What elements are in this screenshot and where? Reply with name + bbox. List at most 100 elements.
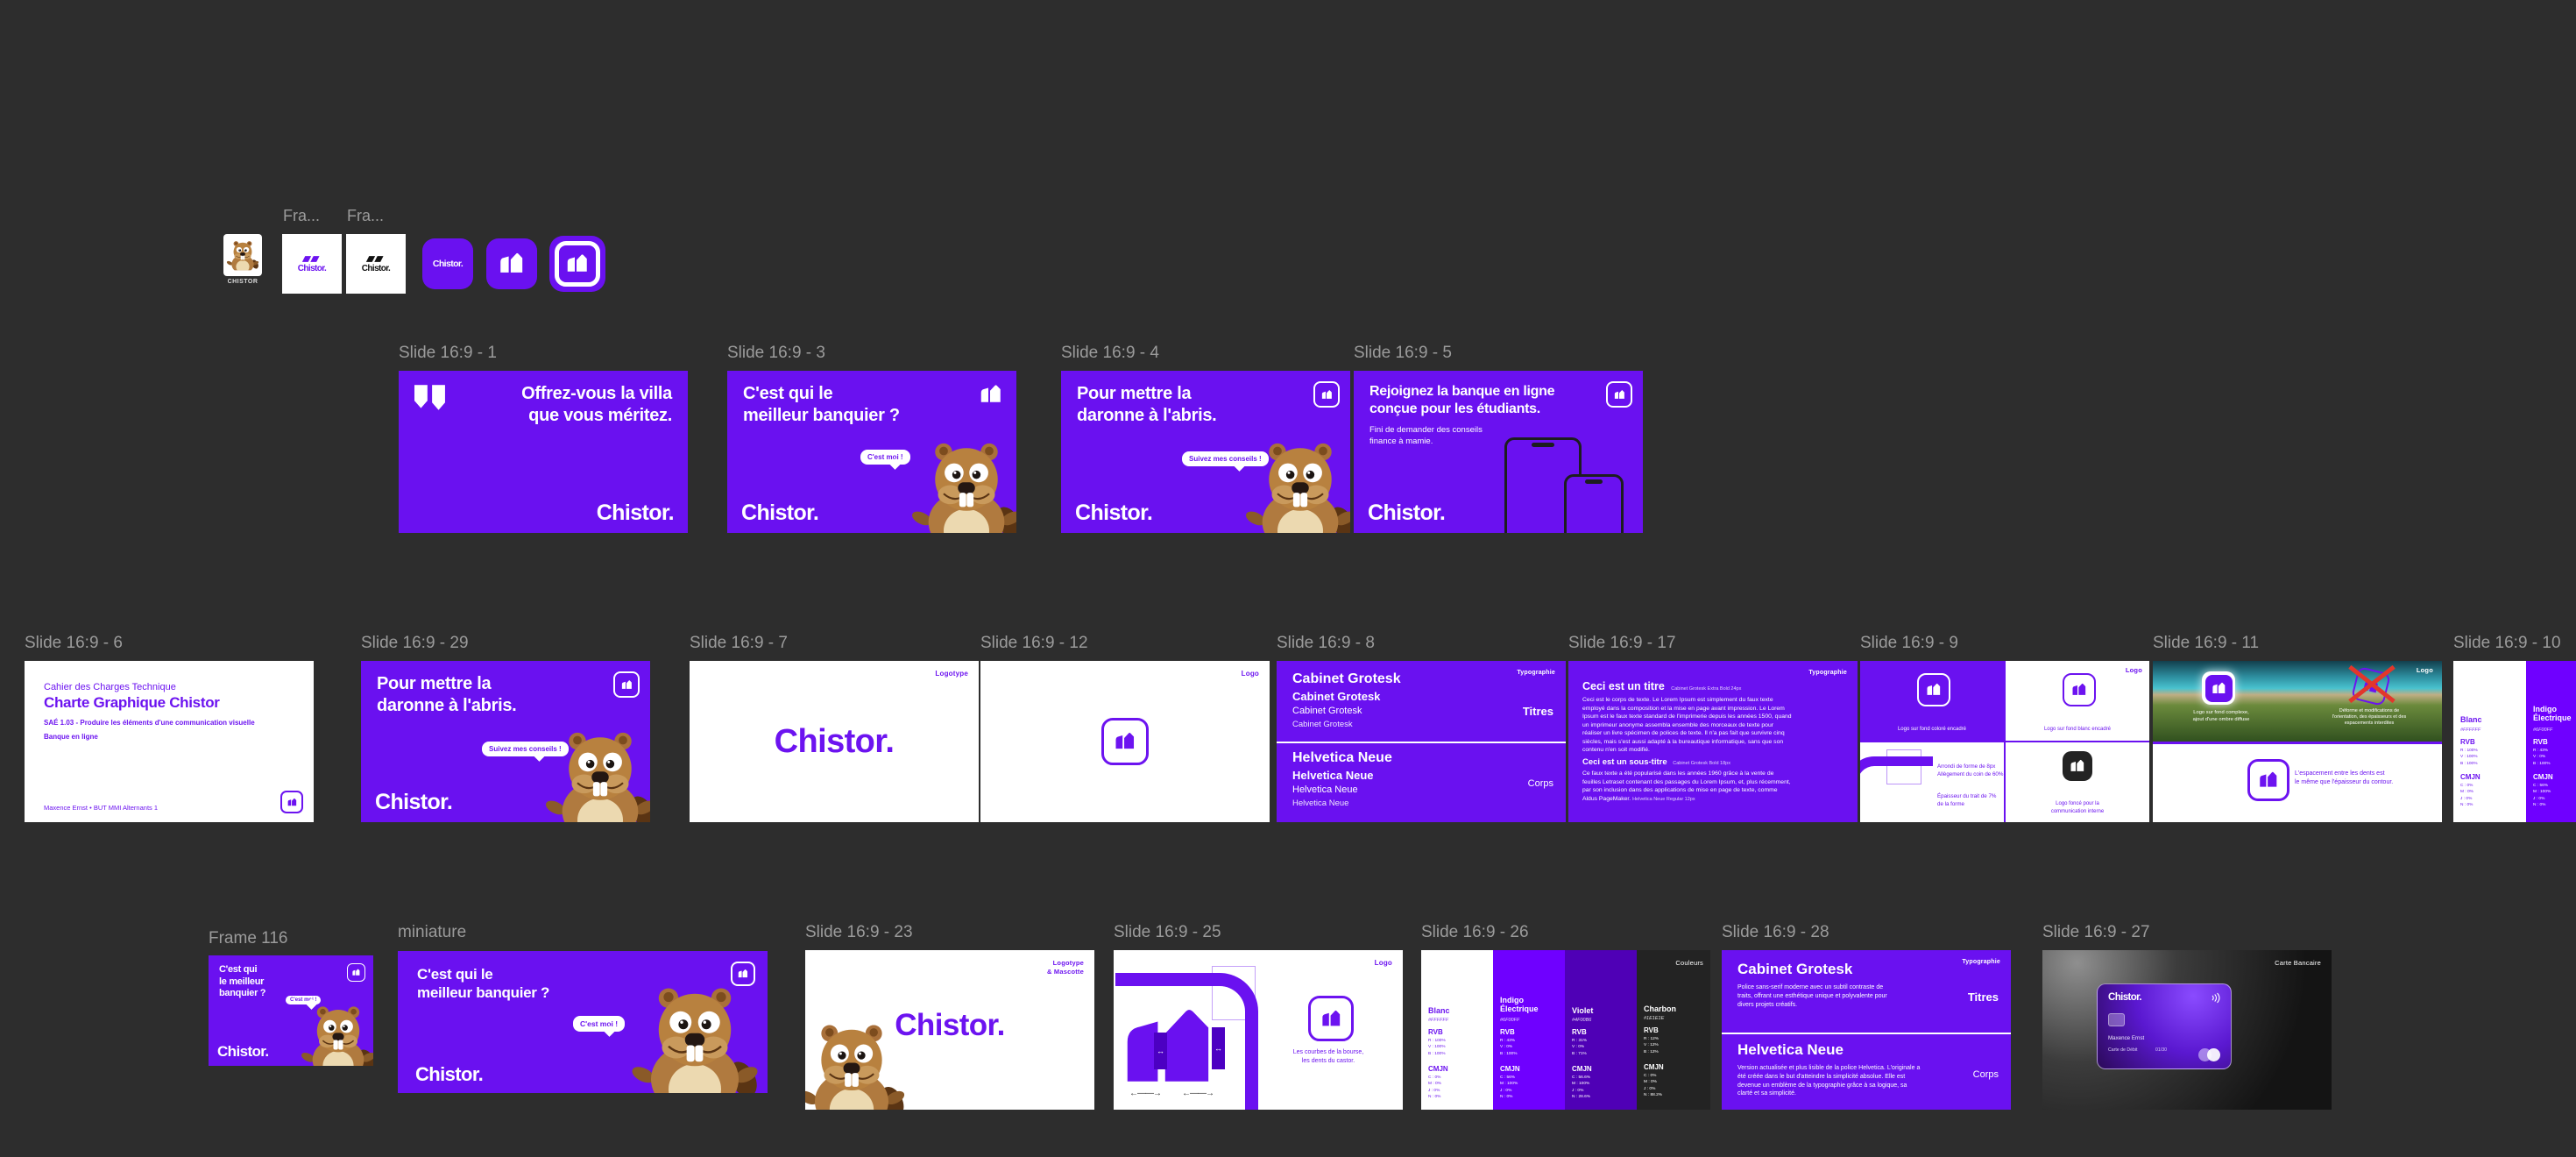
spec-outline-box: [1886, 749, 1921, 784]
logo-frame-black[interactable]: Chistor.: [346, 234, 406, 294]
usage-label: Corps: [1973, 1069, 1999, 1080]
frame-title[interactable]: Fra...: [347, 207, 384, 225]
frame-title[interactable]: Slide 16:9 - 9: [1860, 634, 1958, 653]
caption: Logo foncé pour la communication interne: [2006, 800, 2149, 815]
color-column-indigo: Indigo Électrique #6F00FF RVB R : 43% V …: [2526, 661, 2576, 822]
card-brand: Chistor.: [2108, 992, 2141, 1003]
app-icon-tile[interactable]: [486, 238, 537, 289]
beaver-sticker-tile[interactable]: [223, 234, 262, 276]
sample-title: Ceci est un titre Cabinet Grotesk Extra …: [1582, 680, 1741, 692]
slide-16-9-11[interactable]: Logo Logo sur fond complexe, ajout d'une…: [2153, 661, 2442, 822]
color-name: Blanc: [1428, 1006, 1450, 1015]
font-description: Version actualisée et plus lisible de la…: [1737, 1064, 1921, 1098]
font-name: Helvetica Neue: [1292, 769, 1374, 782]
frame-116[interactable]: C'est qui le meilleur banquier ? C'est m…: [209, 955, 373, 1066]
slide-16-9-7[interactable]: Logotype Chistor.: [690, 661, 979, 822]
slide-16-9-12[interactable]: Logo: [980, 661, 1270, 822]
frame-title[interactable]: Slide 16:9 - 26: [1421, 923, 1529, 942]
rvb-label: RVB: [1428, 1028, 1443, 1036]
sample-body: Ceci est le corps de texte. Le Lorem Ips…: [1582, 696, 1794, 755]
slash-mark-icon: [301, 255, 322, 263]
font-name: Cabinet Grotesk: [1292, 671, 1401, 687]
corner-label: Logotype: [935, 670, 968, 678]
card-expiry: 01/30: [2155, 1047, 2167, 1053]
chistor-glyph-icon: [1320, 388, 1334, 401]
slide-16-9-17[interactable]: Typographie Ceci est un titre Cabinet Gr…: [1568, 661, 1858, 822]
logo-wordmark: Chistor.: [1075, 500, 1152, 526]
rvb-values: R : 100% V : 100% B : 100%: [2460, 748, 2478, 767]
beaver-mascot: [805, 1020, 907, 1110]
frame-title[interactable]: Slide 16:9 - 29: [361, 634, 469, 653]
slide-16-9-5[interactable]: Rejoignez la banque en ligne conçue pour…: [1354, 371, 1643, 533]
usage-label: Corps: [1528, 778, 1553, 789]
cover-footer: Maxence Ernst • BUT MMI Alternants 1: [44, 804, 158, 812]
slash-mark-icon: [365, 255, 386, 263]
wordmark-tile[interactable]: Chistor.: [422, 238, 473, 289]
sample-subtitle-text: Ceci est un sous-titre: [1582, 757, 1667, 767]
slide-headline: C'est qui le meilleur banquier ?: [417, 965, 549, 1002]
frame-title[interactable]: Slide 16:9 - 10: [2453, 634, 2561, 653]
font-name: Helvetica Neue: [1737, 1041, 1844, 1059]
frame-title[interactable]: Fra...: [283, 207, 320, 225]
slide-16-9-10[interactable]: Blanc #FFFFFF RVB R : 100% V : 100% B : …: [2453, 661, 2576, 822]
rvb-values: R : 31% V : 0% B : 71%: [1572, 1038, 1587, 1057]
color-hex: #6F00FF: [1500, 1018, 1519, 1023]
cmjn-label: CMJN: [1500, 1065, 1520, 1073]
font-spec-tag: Helvetica Neue Regular 12px: [1632, 797, 1695, 802]
app-icon-tile-ring[interactable]: [549, 236, 605, 292]
frame-title[interactable]: miniature: [398, 923, 466, 942]
corner-label: Logo: [1375, 959, 1392, 967]
frame-title[interactable]: Frame 116: [209, 929, 287, 948]
slide-16-9-28[interactable]: Typographie Cabinet Grotesk Police sans-…: [1722, 950, 2011, 1110]
frame-title[interactable]: Slide 16:9 - 28: [1722, 923, 1829, 942]
frame-title[interactable]: Slide 16:9 - 17: [1568, 634, 1676, 653]
font-name: Cabinet Grotesk: [1737, 961, 1852, 978]
frame-title[interactable]: Slide 16:9 - 11: [2153, 634, 2259, 653]
logo-wordmark: Chistor.: [1368, 500, 1445, 526]
color-column-blanc: Blanc #FFFFFF RVB R : 100% V : 100% B : …: [1421, 950, 1493, 1110]
spec-note: Épaisseur du trait de 7% de la forme: [1937, 793, 1996, 809]
slide-headline: Offrez-vous la villa que vous méritez.: [521, 383, 672, 427]
rvb-label: RVB: [2533, 738, 2548, 746]
frame-title[interactable]: Slide 16:9 - 23: [805, 923, 913, 942]
dark-app-icon: [2063, 751, 2092, 781]
cmjn-label: CMJN: [1428, 1065, 1448, 1073]
chistor-glyph-icon: [351, 968, 361, 977]
slide-16-9-26[interactable]: Blanc #FFFFFF RVB R : 100% V : 100% B : …: [1421, 950, 1710, 1110]
color-column-blanc: Blanc #FFFFFF RVB R : 100% V : 100% B : …: [2453, 661, 2526, 822]
quote-teeth-icon: [414, 385, 446, 411]
app-icon-badge: [2063, 673, 2096, 706]
frame-title[interactable]: Slide 16:9 - 12: [980, 634, 1088, 653]
frame-miniature[interactable]: C'est qui le meilleur banquier ? C'est m…: [398, 951, 768, 1093]
slide-16-9-4[interactable]: Pour mettre la daronne à l'abris. Suivez…: [1061, 371, 1350, 533]
frame-title[interactable]: Slide 16:9 - 7: [690, 634, 788, 653]
slide-16-9-27[interactable]: Carte Bancaire Chistor. Maxence Ernst Ca…: [2042, 950, 2332, 1110]
logo-frame-purple[interactable]: Chistor.: [282, 234, 342, 294]
card-holder-name: Maxence Ernst: [2108, 1035, 2144, 1041]
frame-title[interactable]: Slide 16:9 - 4: [1061, 344, 1159, 363]
frame-title[interactable]: Slide 16:9 - 5: [1354, 344, 1452, 363]
figma-canvas[interactable]: CHISTOR Fra... Fra... Chistor. Chistor. …: [0, 0, 2576, 1157]
slide-16-9-6[interactable]: Cahier des Charges Technique Charte Grap…: [25, 661, 314, 822]
cmjn-values: C : 56% M : 100% J : 0% N : 0%: [1500, 1075, 1518, 1101]
slide-16-9-29[interactable]: Pour mettre la daronne à l'abris. Suivez…: [361, 661, 650, 822]
slide-headline: Pour mettre la daronne à l'abris.: [1077, 383, 1216, 427]
frame-title[interactable]: Slide 16:9 - 6: [25, 634, 123, 653]
slide-16-9-25[interactable]: Logo ↔ ↔ ←——→ ←——→ Les courbes de la bou…: [1114, 950, 1403, 1110]
slide-16-9-9[interactable]: Logo sur fond coloré encadré Logo Logo s…: [1860, 661, 2149, 822]
frame-title[interactable]: Slide 16:9 - 3: [727, 344, 825, 363]
app-icon-badge: [1606, 381, 1632, 408]
spacing-band: ↔: [1154, 1033, 1167, 1069]
frame-title[interactable]: Slide 16:9 - 25: [1114, 923, 1221, 942]
chistor-glyph-icon: [978, 381, 1004, 408]
slide-16-9-8[interactable]: Typographie Cabinet Grotesk Cabinet Grot…: [1277, 661, 1566, 822]
slide-16-9-23[interactable]: Logotype & Mascotte Chistor.: [805, 950, 1094, 1110]
slide-16-9-1[interactable]: Offrez-vous la villa que vous méritez. C…: [399, 371, 688, 533]
frame-title[interactable]: Slide 16:9 - 27: [2042, 923, 2150, 942]
usage-label: Titres: [1968, 990, 1999, 1004]
frame-title[interactable]: Slide 16:9 - 8: [1277, 634, 1375, 653]
slide-16-9-3[interactable]: C'est qui le meilleur banquier ? C'est m…: [727, 371, 1016, 533]
frame-title[interactable]: Slide 16:9 - 1: [399, 344, 497, 363]
app-icon-badge: [1917, 673, 1950, 706]
app-icon-badge: [280, 791, 303, 813]
